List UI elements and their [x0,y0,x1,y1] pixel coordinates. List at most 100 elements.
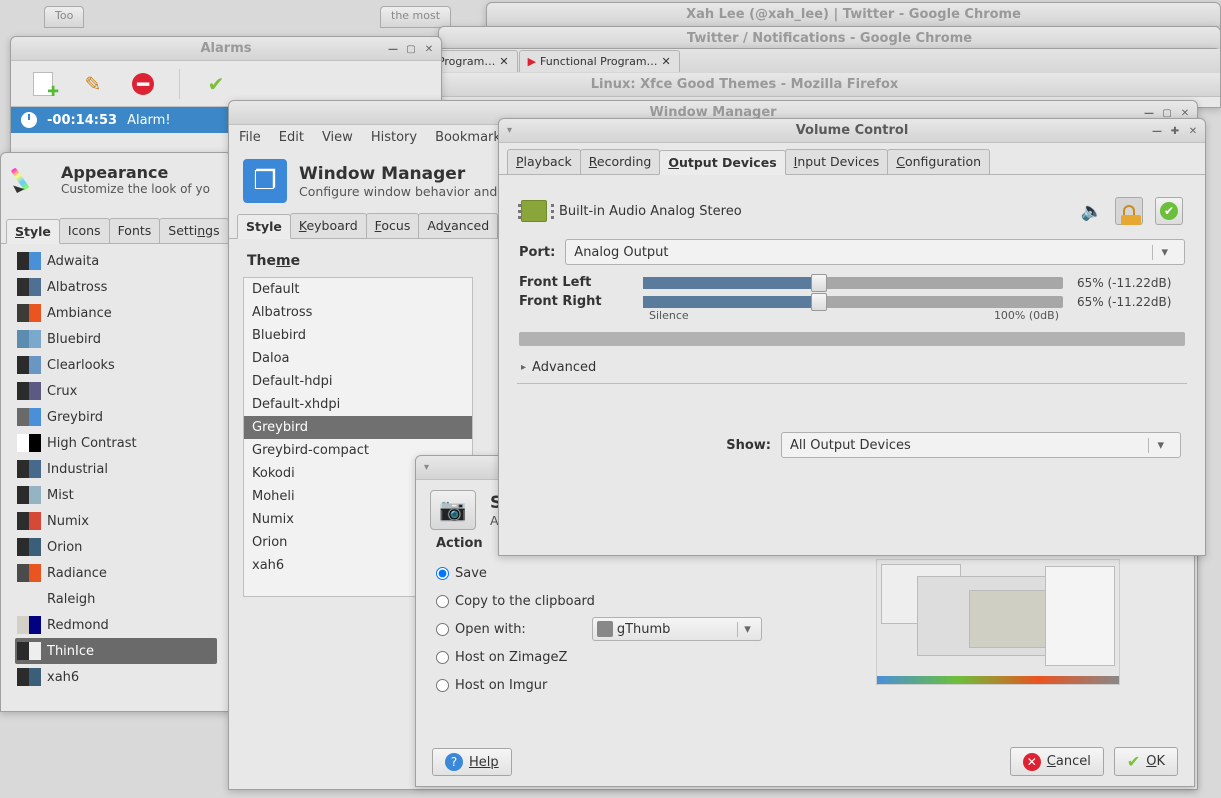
firefox-tab-fp2[interactable]: ▶Functional Program… ✕ [519,50,680,72]
chevron-down-icon: ▾ [1152,245,1176,260]
help-icon: ? [445,753,463,771]
theme-item[interactable]: Crux [15,378,217,404]
camera-icon: 📷 [430,490,476,530]
maximize-icon[interactable]: ▢ [403,41,419,57]
theme-name: Raleigh [47,592,95,607]
tab-icons[interactable]: Icons [59,218,110,243]
minimize-icon[interactable]: — [1149,123,1165,139]
close-icon[interactable]: ✕ [421,41,437,57]
theme-item[interactable]: Redmond [15,612,217,638]
port-combo[interactable]: Analog Output ▾ [565,239,1185,265]
menu-view[interactable]: View [322,130,353,145]
theme-item[interactable]: Numix [15,508,217,534]
radio-open-label: Open with: [455,622,526,637]
device-row: Built-in Audio Analog Stereo 🔈 ✔ [515,185,1189,231]
menu-bookmarks[interactable]: Bookmarks [435,130,508,145]
theme-name: Numix [47,514,89,529]
tab-playback[interactable]: Playback [507,149,581,174]
show-combo[interactable]: All Output Devices ▾ [781,432,1181,458]
help-button[interactable]: ? Help [432,748,512,776]
chevron-down-icon[interactable]: ▾ [424,462,429,473]
confirm-alarm-button[interactable]: ✔ [202,70,230,98]
slider-front-right[interactable] [643,296,1063,308]
help-label: Help [469,755,499,770]
bg-tab-most: the most [380,6,451,28]
tab-fonts[interactable]: Fonts [109,218,161,243]
theme-item[interactable]: Greybird [15,404,217,430]
lock-channels-button[interactable] [1115,197,1143,225]
radio-imgur-label: Host on Imgur [455,678,547,693]
radio-imgur[interactable] [436,679,449,692]
radio-save[interactable] [436,567,449,580]
alarm-time: -00:14:53 [47,113,117,128]
theme-list[interactable]: AdwaitaAlbatrossAmbianceBluebirdClearloo… [1,244,231,694]
theme-item[interactable]: ThinIce [15,638,217,664]
sound-card-icon [521,200,547,222]
tab-input-devices[interactable]: Input Devices [785,149,889,174]
theme-item[interactable]: Raleigh [15,586,217,612]
show-value: All Output Devices [790,438,911,453]
alarms-titlebar[interactable]: Alarms — ▢ ✕ [11,37,441,61]
appearance-window: Appearance Customize the look of yo SSty… [0,152,232,712]
default-device-button[interactable]: ✔ [1155,197,1183,225]
volume-title: Volume Control [796,123,909,138]
wm-style-item[interactable]: Default [244,278,472,301]
theme-item[interactable]: Radiance [15,560,217,586]
wm-style-item[interactable]: Albatross [244,301,472,324]
edit-alarm-button[interactable]: ✎ [79,70,107,98]
tab-wm-style[interactable]: Style [237,214,291,239]
volume-titlebar[interactable]: ▾ Volume Control — ✚ ✕ [499,119,1205,143]
slider-ticks: Silence 100% (0dB) [515,309,1189,322]
tab-output-devices[interactable]: Output Devices [659,150,785,175]
theme-item[interactable]: Orion [15,534,217,560]
theme-swatch [17,252,41,270]
tab-style[interactable]: SStyletyle [6,219,60,244]
radio-zimagez[interactable] [436,651,449,664]
theme-item[interactable]: Albatross [15,274,217,300]
appearance-title: Appearance [61,163,210,182]
minimize-icon[interactable]: — [385,41,401,57]
add-alarm-button[interactable]: ✚ [29,70,57,98]
theme-item[interactable]: Bluebird [15,326,217,352]
wm-style-item[interactable]: Daloa [244,347,472,370]
advanced-expander[interactable]: ▸ Advanced [515,356,1189,379]
theme-item[interactable]: High Contrast [15,430,217,456]
menu-edit[interactable]: Edit [279,130,304,145]
theme-swatch [17,330,41,348]
ok-button[interactable]: ✔OK [1114,747,1178,776]
theme-item[interactable]: Mist [15,482,217,508]
tab-configuration[interactable]: Configuration [887,149,990,174]
theme-item[interactable]: Clearlooks [15,352,217,378]
wm-style-item[interactable]: Default-xhdpi [244,393,472,416]
tab-wm-advanced[interactable]: Advanced [418,213,498,238]
mute-icon[interactable]: 🔈 [1081,201,1103,222]
tab-wm-keyboard[interactable]: Keyboard [290,213,367,238]
radio-copy[interactable] [436,595,449,608]
wm-style-item[interactable]: Bluebird [244,324,472,347]
theme-item[interactable]: Ambiance [15,300,217,326]
radio-open[interactable] [436,623,449,636]
cancel-button[interactable]: ✕Cancel [1010,747,1104,776]
preview-column: Preview [876,536,1120,699]
delete-alarm-button[interactable]: ━ [129,70,157,98]
appearance-subtitle: Customize the look of yo [61,182,210,196]
slider-front-left[interactable] [643,277,1063,289]
wm-style-item[interactable]: Default-hdpi [244,370,472,393]
wm-style-item[interactable]: Greybird [244,416,472,439]
tab-recording[interactable]: Recording [580,149,661,174]
menu-history[interactable]: History [371,130,417,145]
check-icon: ✔ [1160,202,1178,220]
channel-left-label: Front Left [519,275,629,290]
screenshot-preview [876,559,1120,685]
tab-wm-focus[interactable]: Focus [366,213,420,238]
theme-item[interactable]: Adwaita [15,248,217,274]
theme-item[interactable]: xah6 [15,664,217,690]
theme-item[interactable]: Industrial [15,456,217,482]
radio-save-label: Save [455,566,487,581]
tab-settings[interactable]: Settings [159,218,228,243]
chevron-down-icon[interactable]: ▾ [507,125,512,136]
menu-file[interactable]: File [239,130,261,145]
open-with-combo[interactable]: gThumb ▾ [592,617,762,641]
maximize-icon[interactable]: ✚ [1167,123,1183,139]
close-icon[interactable]: ✕ [1185,123,1201,139]
